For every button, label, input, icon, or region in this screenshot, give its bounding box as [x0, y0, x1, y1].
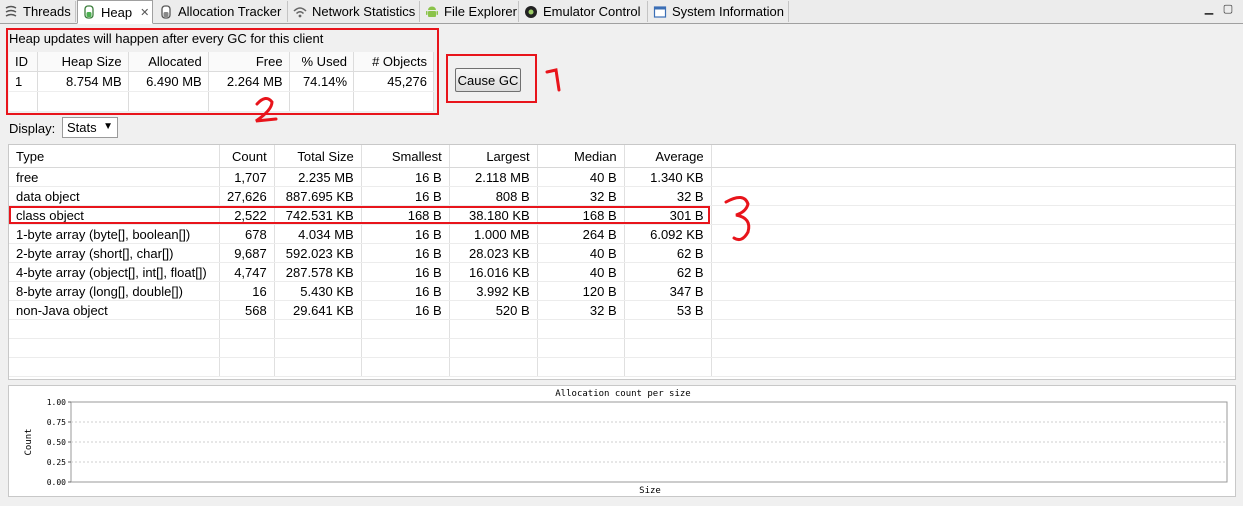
tab-label: Heap	[101, 4, 133, 20]
close-icon[interactable]: ✕	[140, 6, 149, 19]
annotation-mark-3	[724, 196, 751, 241]
annotation-mark-2	[255, 97, 278, 123]
annotation-mark-1	[545, 68, 561, 92]
annotation-marks	[255, 68, 751, 241]
heap-icon	[84, 5, 94, 19]
tab-heap[interactable]: Heap ✕	[77, 0, 153, 24]
